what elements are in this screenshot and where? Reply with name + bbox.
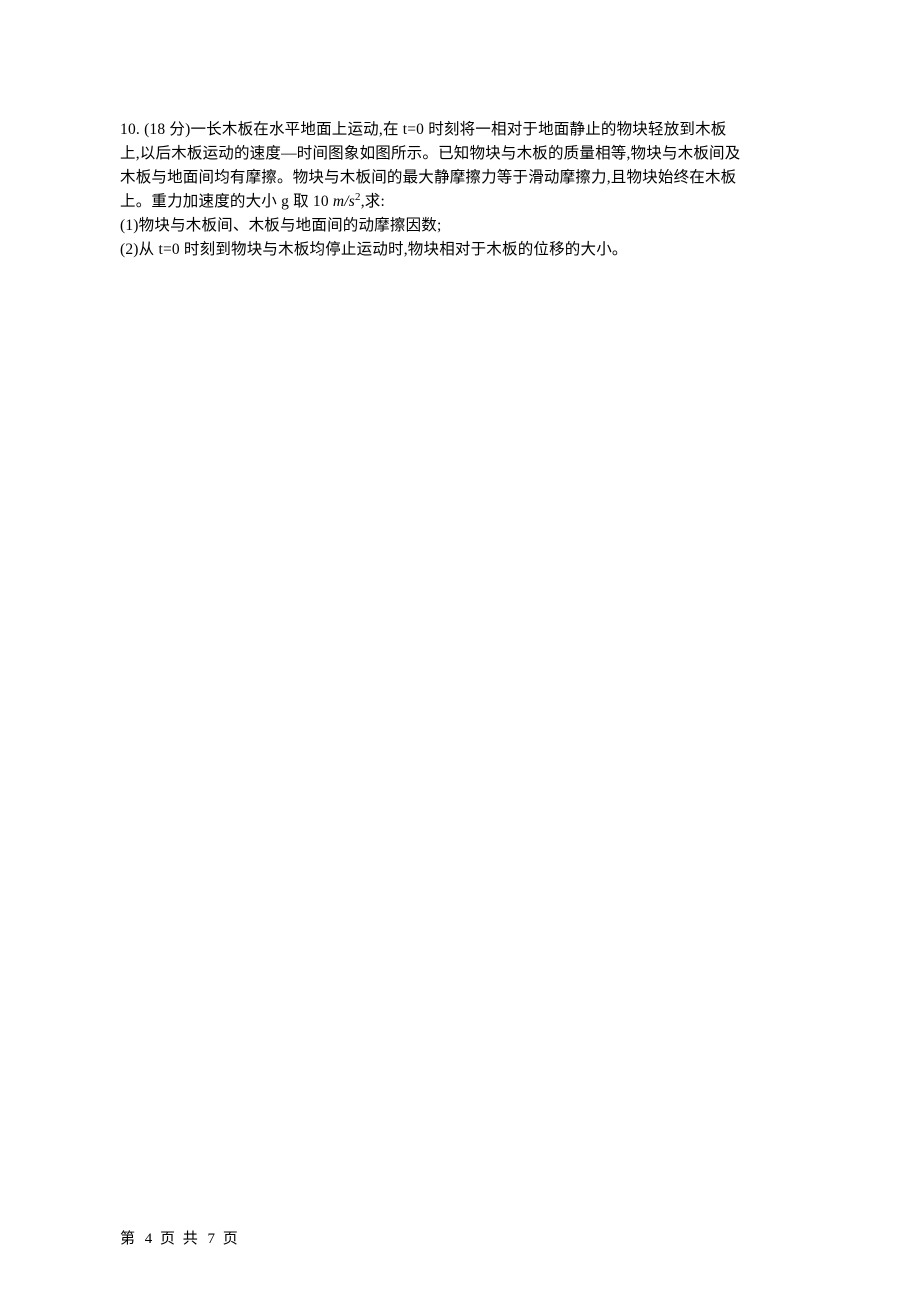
question-line-2: 上,以后木板运动的速度—时间图象如图所示。已知物块与木板的质量相等,物块与木板间… [120,142,800,166]
question-number: 10. [120,121,140,138]
question-text-1: 一长木板在水平地面上运动,在 t=0 时刻将一相对于地面静止的物块轻放到木板 [190,121,726,138]
question-line-1: 10. (18 分)一长木板在水平地面上运动,在 t=0 时刻将一相对于地面静止… [120,118,800,142]
footer-mid: 页 共 [160,1231,200,1247]
question-line-3: 木板与地面间均有摩擦。物块与木板间的最大静摩擦力等于滑动摩擦力,且物块始终在木板 [120,166,800,190]
question-text-4a: 上。重力加速度的大小 g 取 10 [120,193,333,210]
question-points: (18 分) [144,121,190,138]
footer-prefix: 第 [120,1231,137,1247]
unit-m: m [333,193,344,210]
question-line-4: 上。重力加速度的大小 g 取 10 m/s2,求: [120,190,800,214]
question-sub-2: (2)从 t=0 时刻到物块与木板均停止运动时,物块相对于木板的位移的大小。 [120,238,800,262]
footer-page-current: 4 [145,1231,153,1247]
question-10: 10. (18 分)一长木板在水平地面上运动,在 t=0 时刻将一相对于地面静止… [120,118,800,262]
question-text-4b: ,求: [361,193,385,210]
footer-suffix: 页 [223,1231,240,1247]
document-page: 10. (18 分)一长木板在水平地面上运动,在 t=0 时刻将一相对于地面静止… [0,0,920,1302]
page-footer: 第 4 页 共 7 页 [120,1227,240,1248]
question-sub-1: (1)物块与木板间、木板与地面间的动摩擦因数; [120,214,800,238]
footer-page-total: 7 [208,1231,216,1247]
